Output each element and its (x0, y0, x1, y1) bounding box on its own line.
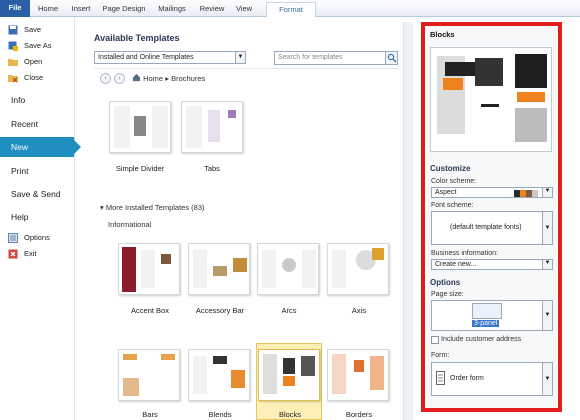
tab-insert[interactable]: Insert (66, 2, 96, 17)
thumb-graphic (228, 110, 236, 118)
chevron-down-icon: ▼ (235, 52, 245, 63)
nav-save[interactable]: Save (0, 22, 74, 38)
thumb-graphic (370, 356, 384, 390)
template-source-select[interactable]: Installed and Online Templates ▼ (94, 51, 246, 64)
thumb-panel (193, 250, 207, 288)
thumb-panel (332, 250, 346, 288)
template-thumb-bars[interactable] (118, 349, 180, 401)
save-icon (8, 25, 18, 35)
save-as-icon (8, 41, 18, 51)
thumb-panel (193, 356, 207, 394)
thumb-graphic (283, 376, 295, 386)
nav-save-send[interactable]: Save & Send (0, 184, 74, 204)
thumb-graphic (301, 356, 315, 376)
thumb-graphic (134, 116, 146, 136)
home-icon (132, 73, 141, 82)
thumb-graphic (282, 258, 296, 272)
tab-page-design[interactable]: Page Design (100, 2, 148, 17)
folder-icon (8, 59, 18, 66)
thumb-graphic (161, 354, 175, 360)
template-thumb-tabs[interactable] (181, 101, 243, 153)
thumb-graphic (372, 248, 384, 260)
thumb-graphic (283, 358, 295, 374)
nav-close[interactable]: Close (0, 70, 74, 86)
exit-icon (8, 249, 18, 259)
thumb-graphic (213, 266, 227, 276)
thumb-graphic (123, 378, 139, 396)
thumb-panel (114, 106, 130, 148)
tab-view[interactable]: View (232, 2, 256, 17)
nav-open[interactable]: Open (0, 54, 74, 70)
template-thumb-axis[interactable] (327, 243, 389, 295)
available-templates-title: Available Templates (94, 33, 180, 43)
thumb-graphic (233, 258, 247, 272)
template-label: Bars (142, 410, 158, 419)
ribbon-tabs: File Home Insert Page Design Mailings Re… (0, 0, 580, 17)
thumb-graphic (231, 370, 245, 388)
template-search-input[interactable]: Search for templates (274, 51, 398, 65)
divider (94, 68, 398, 69)
template-label: Accent Box (131, 306, 169, 315)
thumb-graphic (332, 354, 346, 394)
nav-help[interactable]: Help (0, 207, 74, 227)
forward-button[interactable]: › (114, 73, 125, 84)
nav-print[interactable]: Print (0, 161, 74, 181)
thumb-panel (262, 250, 276, 288)
thumb-graphic (263, 354, 277, 394)
template-thumb-blends[interactable] (188, 349, 250, 401)
more-installed-templates-header[interactable]: ▾ More Installed Templates (83) (100, 203, 205, 212)
search-button[interactable] (385, 52, 397, 64)
template-thumb-blocks[interactable] (258, 349, 320, 401)
backstage-nav: Save Save As Open Close Info Recent New … (0, 17, 81, 420)
thumb-graphic (161, 254, 171, 264)
highlight-annotation-box (421, 22, 562, 412)
template-label: Borders (345, 410, 373, 419)
template-label: Blends (208, 410, 232, 419)
template-label: Arcs (281, 306, 297, 315)
template-thumb-accessory-bar[interactable] (188, 243, 250, 295)
thumb-graphic (213, 356, 227, 364)
thumb-graphic (123, 354, 137, 360)
tab-review[interactable]: Review (196, 2, 228, 17)
nav-save-as[interactable]: Save As (0, 38, 74, 54)
thumb-graphic (354, 360, 364, 372)
template-label: Tabs (204, 164, 220, 173)
thumb-panel (141, 250, 155, 288)
tab-home[interactable]: Home (34, 2, 62, 17)
tab-file[interactable]: File (0, 0, 30, 17)
template-label: Simple Divider (115, 164, 165, 173)
template-label: Axis (351, 306, 367, 315)
thumb-panel (186, 106, 202, 148)
template-label: Accessory Bar (195, 306, 245, 315)
nav-recent[interactable]: Recent (0, 114, 74, 134)
template-thumb-arcs[interactable] (257, 243, 319, 295)
arrow-left-icon: ‹ (104, 75, 107, 82)
template-list-scrollbar[interactable] (403, 22, 413, 420)
thumb-graphic (122, 247, 136, 292)
informational-group-label: Informational (108, 220, 152, 229)
search-icon (387, 53, 397, 63)
nav-exit[interactable]: Exit (0, 246, 74, 262)
breadcrumb-home[interactable]: Home (143, 74, 163, 83)
thumb-graphic (208, 110, 220, 142)
template-thumb-simple-divider[interactable] (109, 101, 171, 153)
thumb-panel (302, 250, 316, 288)
template-thumb-accent-box[interactable] (118, 243, 180, 295)
arrow-right-icon: › (118, 75, 121, 82)
nav-options[interactable]: Options (0, 230, 74, 246)
template-thumb-borders[interactable] (327, 349, 389, 401)
close-file-icon (8, 75, 18, 83)
nav-info[interactable]: Info (0, 90, 74, 110)
tab-format[interactable]: Format (266, 2, 316, 17)
nav-new[interactable]: New (0, 137, 81, 157)
breadcrumb: Home ▸ Brochures (132, 72, 205, 86)
tab-mailings[interactable]: Mailings (152, 2, 192, 17)
template-label: Blocks (278, 410, 302, 419)
breadcrumb-current[interactable]: Brochures (171, 74, 205, 83)
back-button[interactable]: ‹ (100, 73, 111, 84)
options-icon (8, 233, 18, 243)
thumb-panel (152, 106, 168, 148)
